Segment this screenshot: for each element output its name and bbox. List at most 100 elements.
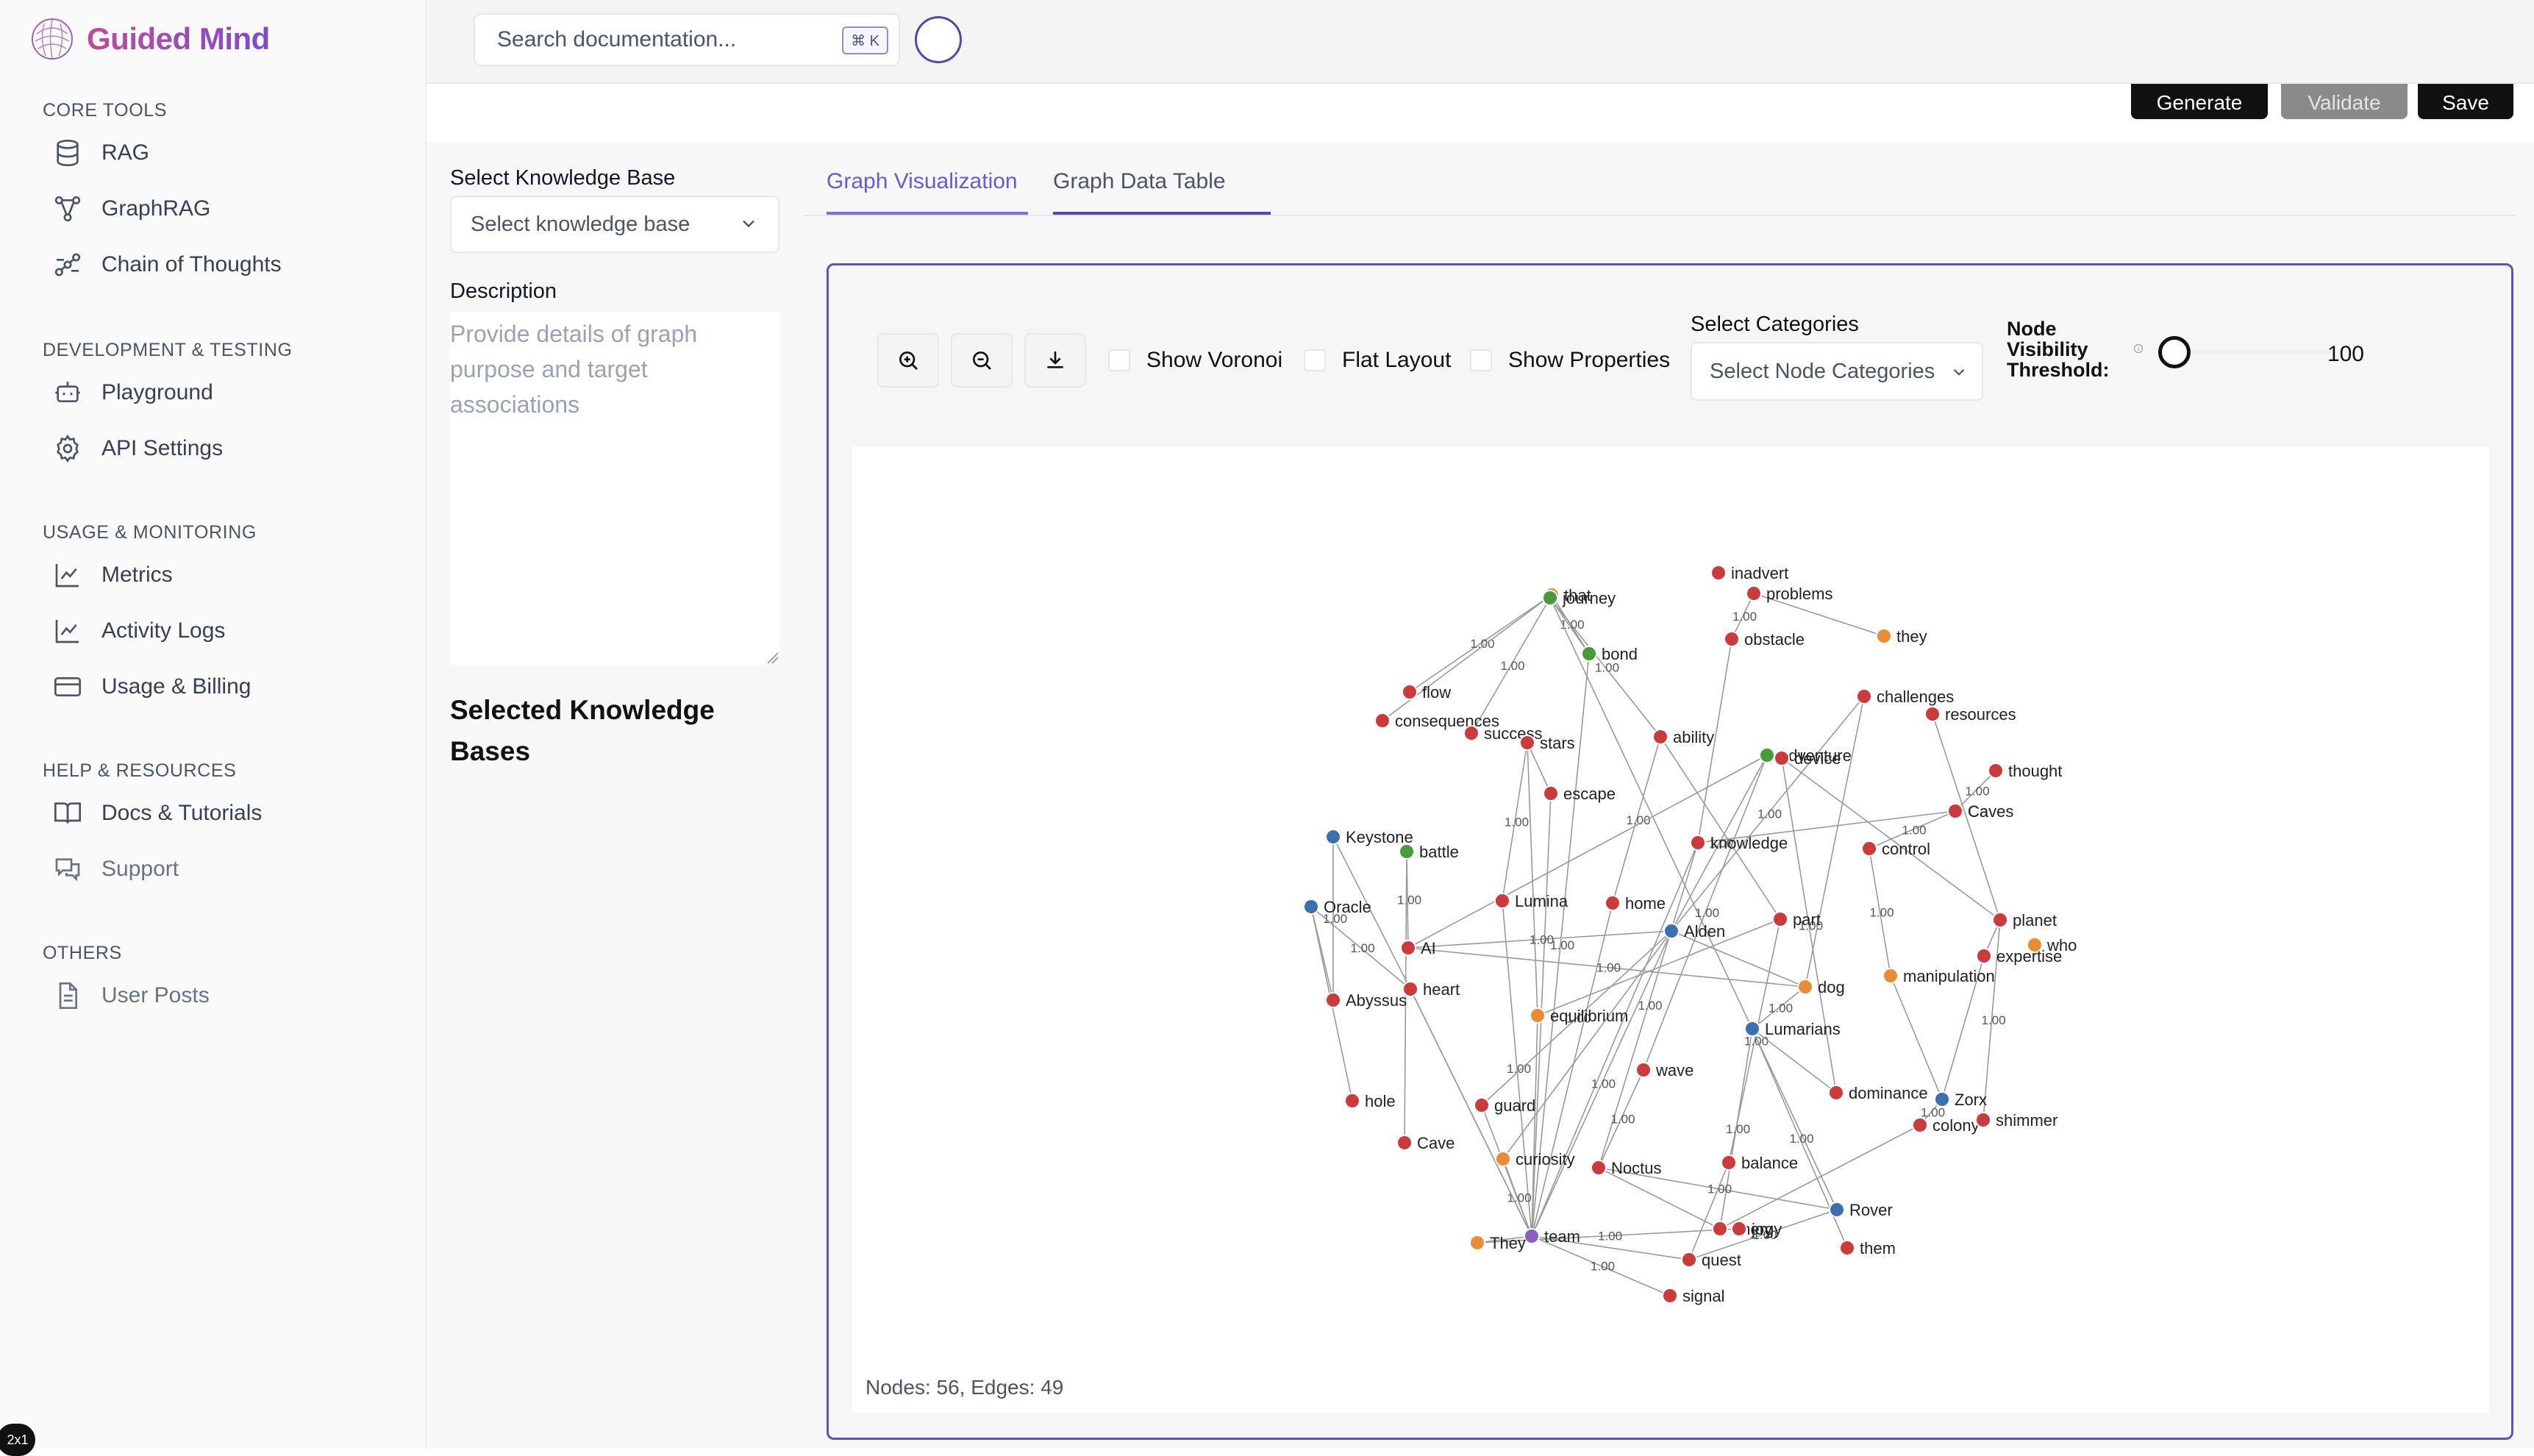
graph-node-circle[interactable] xyxy=(1829,1202,1845,1218)
graph-node-circle[interactable] xyxy=(1635,1062,1652,1078)
search-input[interactable]: Search documentation... ⌘ K xyxy=(474,13,900,66)
graph-node[interactable]: signal xyxy=(1662,1287,1724,1305)
graph-node[interactable]: part xyxy=(1772,910,1821,929)
graph-node[interactable]: battle xyxy=(1399,843,1459,861)
graph-node-circle[interactable] xyxy=(1861,841,1877,857)
flat-layout-checkbox[interactable]: Flat Layout xyxy=(1304,348,1451,373)
graph-node[interactable]: They xyxy=(1469,1234,1526,1252)
sidebar-item-api-settings[interactable]: API Settings xyxy=(53,421,410,477)
graph-node[interactable]: escape xyxy=(1543,785,1616,803)
graph-node[interactable]: manipulation xyxy=(1882,967,1995,985)
graph-node-circle[interactable] xyxy=(1774,750,1790,766)
save-button[interactable]: Save xyxy=(2418,84,2513,119)
graph-node-circle[interactable] xyxy=(1988,763,2004,779)
graph-node-circle[interactable] xyxy=(1975,1112,1991,1128)
graph-node-circle[interactable] xyxy=(1591,1160,1607,1176)
sidebar-item-docs-tutorials[interactable]: Docs & Tutorials xyxy=(53,785,410,841)
checkbox-box[interactable] xyxy=(1108,349,1130,371)
sidebar-item-rag[interactable]: RAG xyxy=(53,125,410,181)
graph-node[interactable]: challenges xyxy=(1856,688,1954,706)
graph-node-circle[interactable] xyxy=(1495,1151,1511,1167)
checkbox-box[interactable] xyxy=(1470,349,1492,371)
sidebar-item-usage-billing[interactable]: Usage & Billing xyxy=(53,659,410,715)
graph-node[interactable]: equilibrium xyxy=(1530,1007,1628,1025)
graph-node-circle[interactable] xyxy=(1839,1240,1855,1256)
graph-node-circle[interactable] xyxy=(1828,1085,1844,1101)
graph-node-circle[interactable] xyxy=(1947,803,1963,819)
graph-node-circle[interactable] xyxy=(1581,646,1597,662)
graph-node-circle[interactable] xyxy=(1474,1097,1490,1113)
graph-node[interactable]: dominance xyxy=(1828,1084,1928,1102)
sidebar-item-support[interactable]: Support xyxy=(53,841,410,897)
graph-node-circle[interactable] xyxy=(1712,1221,1728,1237)
graph-node-circle[interactable] xyxy=(1710,565,1727,581)
knowledge-base-select[interactable]: Select knowledge base xyxy=(450,196,779,253)
graph-node[interactable]: thought xyxy=(1988,762,2062,780)
graph-node-circle[interactable] xyxy=(1759,747,1775,763)
sidebar-item-chain-of-thoughts[interactable]: Chain of Thoughts xyxy=(53,237,410,293)
graph-node-circle[interactable] xyxy=(1399,843,1415,860)
graph-node-circle[interactable] xyxy=(1344,1093,1360,1109)
graph-node[interactable]: team xyxy=(1524,1227,1580,1246)
graph-node-circle[interactable] xyxy=(1663,923,1680,939)
validate-button[interactable]: Validate xyxy=(2281,84,2408,119)
graph-node-circle[interactable] xyxy=(1976,948,1992,964)
graph-node-circle[interactable] xyxy=(1744,1021,1760,1037)
graph-node-circle[interactable] xyxy=(1524,1228,1540,1244)
graph-node-circle[interactable] xyxy=(1463,725,1480,741)
graph-node-circle[interactable] xyxy=(1690,835,1706,851)
graph-node-circle[interactable] xyxy=(1374,713,1391,729)
info-icon[interactable] xyxy=(2133,343,2144,354)
graph-node[interactable]: colony xyxy=(1912,1116,1980,1135)
brand[interactable]: Guided Mind xyxy=(29,16,270,62)
sidebar-item-activity-logs[interactable]: Activity Logs xyxy=(53,603,410,659)
graph-node-circle[interactable] xyxy=(1992,912,2008,928)
graph-node-circle[interactable] xyxy=(1797,979,1813,995)
graph-node[interactable]: device xyxy=(1774,749,1841,768)
sidebar-item-playground[interactable]: Playground xyxy=(53,365,410,421)
graph-node[interactable]: joy xyxy=(1731,1220,1772,1238)
graph-node[interactable]: control xyxy=(1861,840,1930,858)
graph-node-circle[interactable] xyxy=(1662,1288,1678,1304)
graph-node[interactable]: they xyxy=(1876,627,1927,646)
graph-node-circle[interactable] xyxy=(1396,1135,1413,1151)
generate-button[interactable]: Generate xyxy=(2131,84,2268,119)
sidebar-item-user-posts[interactable]: User Posts xyxy=(53,968,410,1024)
graph-node[interactable]: stars xyxy=(1519,734,1575,752)
graph-node[interactable]: planet xyxy=(1992,911,2057,929)
graph-node[interactable]: guard xyxy=(1474,1096,1535,1115)
graph-node[interactable]: consequences xyxy=(1374,712,1499,730)
graph-node-circle[interactable] xyxy=(1772,911,1788,927)
graph-node-circle[interactable] xyxy=(1934,1091,1950,1107)
node-categories-select[interactable]: Select Node Categories xyxy=(1691,342,1983,401)
graph-node[interactable]: wave xyxy=(1635,1061,1694,1079)
graph-node[interactable]: knowledge xyxy=(1690,834,1788,852)
graph-node-circle[interactable] xyxy=(1724,631,1740,647)
graph-node[interactable]: Alden xyxy=(1663,922,1725,941)
graph-node-circle[interactable] xyxy=(1721,1155,1737,1171)
graph-node[interactable]: resources xyxy=(1924,705,2016,724)
graph-node[interactable]: ability xyxy=(1652,728,1714,746)
zoom-in-button[interactable] xyxy=(877,333,939,388)
graph-node[interactable]: Caves xyxy=(1947,802,2013,821)
graph-node-circle[interactable] xyxy=(1882,968,1899,984)
graph-node[interactable]: Cave xyxy=(1396,1134,1455,1152)
graph-nodes[interactable]: thatjourneyinadvertproblemstheyobstacleb… xyxy=(1303,564,2077,1305)
graph-node-circle[interactable] xyxy=(1652,729,1668,745)
graph-node[interactable]: Abyssus xyxy=(1325,991,1407,1010)
graph-node[interactable]: shimmer xyxy=(1975,1111,2057,1130)
graph-node-circle[interactable] xyxy=(1856,688,1872,704)
graph-node-circle[interactable] xyxy=(1924,706,1941,722)
graph-canvas[interactable]: 1.00 1.00 1.00 1.00 1.00 1.00 1.00 1.00 1.00 1.00… xyxy=(852,446,2489,1413)
show-voronoi-checkbox[interactable]: Show Voronoi xyxy=(1108,348,1282,373)
graph-node[interactable]: them xyxy=(1839,1239,1896,1257)
knowledge-graph[interactable]: 1.00 1.00 1.00 1.00 1.00 1.00 1.00 1.00 1.00 1.00… xyxy=(852,446,2489,1413)
sidebar-item-graphrag[interactable]: GraphRAG xyxy=(53,181,410,237)
tab-graph-visualization[interactable]: Graph Visualization xyxy=(827,169,1028,215)
graph-node[interactable]: expertise xyxy=(1976,947,2062,966)
graph-node[interactable]: Lumina xyxy=(1494,892,1568,910)
graph-node[interactable]: Zorx xyxy=(1934,1091,1987,1109)
graph-node[interactable]: hole xyxy=(1344,1092,1396,1110)
description-textarea[interactable]: Provide details of graph purpose and tar… xyxy=(450,312,779,665)
graph-node-circle[interactable] xyxy=(1402,684,1418,700)
